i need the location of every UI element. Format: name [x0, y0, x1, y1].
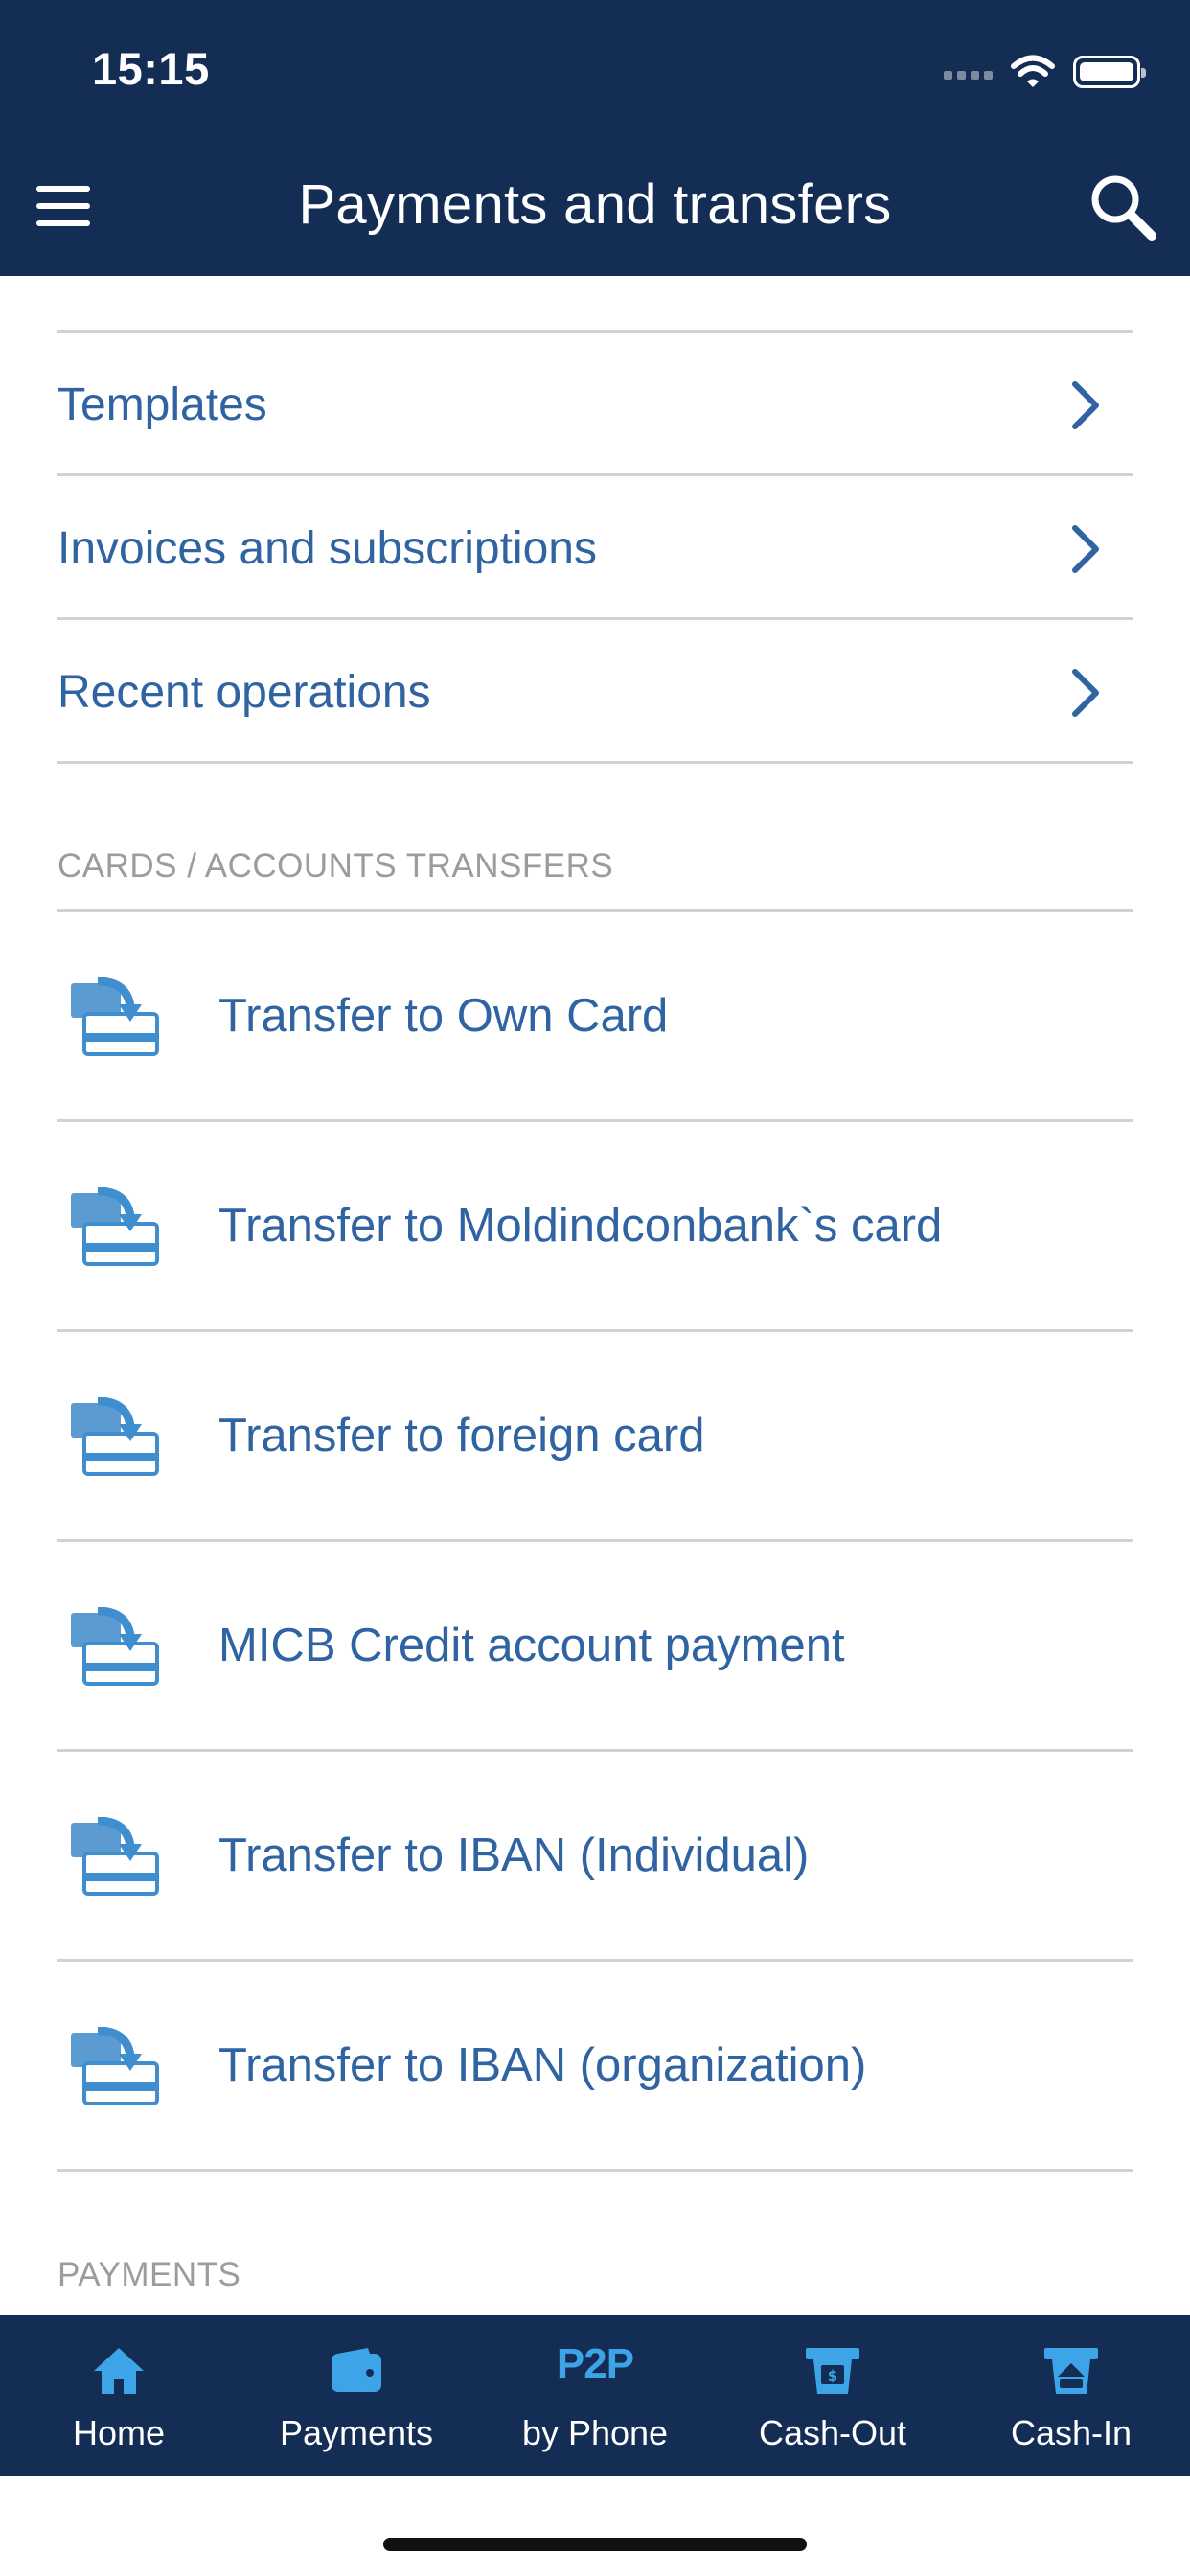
card-transfer-icon	[71, 1607, 159, 1686]
transfer-label: Transfer to IBAN (Individual)	[218, 1829, 810, 1881]
nav-row-label: Recent operations	[57, 666, 431, 718]
card-transfer-icon	[71, 2027, 159, 2105]
p2p-icon: P2P	[556, 2340, 634, 2387]
transfer-label: Transfer to Moldindconbank`s card	[218, 1200, 943, 1252]
transfer-label: Transfer to Own Card	[218, 990, 669, 1042]
section-label-payments: PAYMENTS	[57, 2256, 241, 2293]
tab-cash-out[interactable]: $ Cash-Out	[714, 2315, 951, 2476]
page-title: Payments and transfers	[298, 173, 892, 236]
transfer-foreign-card[interactable]: Transfer to foreign card	[57, 1332, 1133, 1539]
cash-out-icon: $	[806, 2348, 859, 2394]
wallet-icon	[332, 2348, 381, 2392]
tab-p2p-by-phone[interactable]: P2P by Phone	[476, 2315, 714, 2476]
tab-label: Home	[72, 2413, 166, 2452]
status-time: 15:15	[92, 43, 210, 94]
tab-cash-in[interactable]: Cash-In	[952, 2315, 1190, 2476]
divider	[57, 761, 1133, 764]
tab-label: Payments	[279, 2413, 434, 2452]
transfer-micb-credit-payment[interactable]: MICB Credit account payment	[57, 1542, 1133, 1749]
transfer-own-card[interactable]: Transfer to Own Card	[57, 912, 1133, 1119]
card-transfer-icon	[71, 978, 159, 1056]
card-transfer-icon	[71, 1817, 159, 1896]
chevron-right-icon	[1072, 381, 1099, 429]
card-transfer-icon	[71, 1397, 159, 1476]
transfer-label: MICB Credit account payment	[218, 1620, 845, 1671]
tab-home[interactable]: Home	[0, 2315, 238, 2476]
cellular-signal-icon	[944, 64, 993, 80]
chevron-right-icon	[1072, 525, 1099, 573]
section-label-cards-accounts: CARDS / ACCOUNTS TRANSFERS	[57, 847, 614, 885]
home-indicator[interactable]	[383, 2538, 807, 2551]
nav-row-templates[interactable]: Templates	[57, 333, 1133, 476]
search-icon[interactable]	[1087, 171, 1159, 243]
tab-label: Cash-Out	[758, 2413, 907, 2452]
transfer-label: Transfer to foreign card	[218, 1410, 705, 1461]
tab-payments[interactable]: Payments	[238, 2315, 475, 2476]
transfer-iban-individual[interactable]: Transfer to IBAN (Individual)	[57, 1752, 1133, 1959]
app-header: 15:15 Payments and transfers	[0, 0, 1190, 276]
chevron-right-icon	[1072, 669, 1099, 717]
divider	[57, 2169, 1133, 2172]
tab-bar: Home Payments P2P by Phone $ Cash-Out Ca…	[0, 2315, 1190, 2476]
home-icon	[94, 2348, 144, 2394]
svg-text:$: $	[828, 2367, 837, 2384]
cash-in-icon	[1044, 2348, 1098, 2394]
nav-row-recent-operations[interactable]: Recent operations	[57, 620, 1133, 764]
tab-label: by Phone	[521, 2413, 669, 2452]
wifi-icon	[1011, 55, 1055, 87]
nav-row-label: Templates	[57, 379, 267, 430]
card-transfer-icon	[71, 1187, 159, 1266]
battery-icon	[1073, 56, 1146, 88]
transfer-iban-organization[interactable]: Transfer to IBAN (organization)	[57, 1962, 1133, 2169]
nav-row-label: Invoices and subscriptions	[57, 522, 597, 574]
status-indicators	[944, 50, 1146, 94]
transfer-moldindconbank-card[interactable]: Transfer to Moldindconbank`s card	[57, 1122, 1133, 1329]
nav-row-invoices[interactable]: Invoices and subscriptions	[57, 476, 1133, 620]
transfer-label: Transfer to IBAN (organization)	[218, 2039, 867, 2091]
tab-label: Cash-In	[1010, 2413, 1133, 2452]
